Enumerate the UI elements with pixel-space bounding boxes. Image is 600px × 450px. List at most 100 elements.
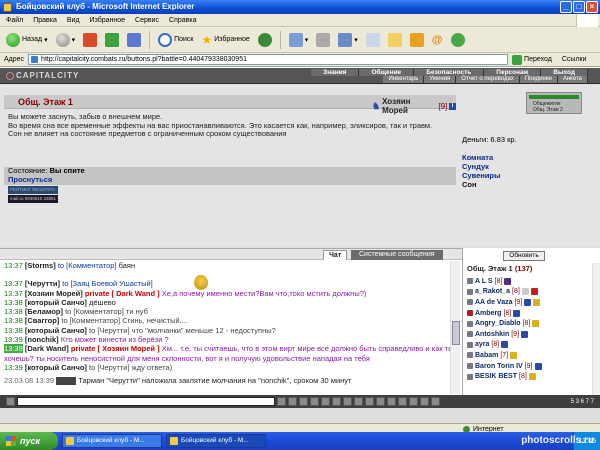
folder-button[interactable] [386, 30, 404, 50]
player-item[interactable]: Baron Torin IV [9] [467, 361, 595, 372]
maximize-button[interactable]: □ [573, 1, 585, 13]
link-room[interactable]: Комната [462, 153, 500, 162]
icq-button[interactable] [449, 30, 467, 50]
tool-button[interactable] [398, 397, 407, 406]
messenger-button[interactable] [408, 30, 426, 50]
address-input[interactable]: http://capitalcity.combats.ru/buttons.pl… [28, 54, 509, 65]
wake-up-link[interactable]: Проснуться [8, 175, 456, 185]
system-icon [56, 377, 77, 386]
refresh-button[interactable]: Обновить [503, 251, 545, 261]
nav-character[interactable]: Персонаж [484, 69, 542, 76]
mailru-counter[interactable]: mail.ru 9836810 33881 [8, 195, 58, 203]
go-button[interactable]: Переход [512, 54, 552, 65]
player-item[interactable]: AA de Vaza [9] [467, 297, 595, 308]
forward-button[interactable]: ▾ [54, 30, 78, 50]
edit-icon [338, 32, 353, 47]
home-button[interactable] [125, 30, 143, 50]
start-button[interactable]: пуск [0, 432, 58, 450]
scroll-lock-button[interactable] [332, 397, 341, 406]
translit-button[interactable] [310, 397, 319, 406]
refresh-button[interactable] [103, 30, 121, 50]
menu-help[interactable]: Справка [169, 17, 196, 24]
state-bar: Состояние: Вы спите Проснуться [4, 166, 456, 185]
nav-battles[interactable]: Поединки [519, 76, 558, 83]
windows-flag-icon [6, 436, 16, 446]
tool-button[interactable] [354, 397, 363, 406]
tool-button[interactable] [376, 397, 385, 406]
status-icon [532, 320, 540, 328]
player-item[interactable]: Angry_Diablo [8] [467, 318, 595, 329]
player-item[interactable]: Antoshkin [9] [467, 329, 595, 340]
edit-button[interactable]: ▾ [336, 30, 360, 50]
tool-button[interactable] [387, 397, 396, 406]
mail-button[interactable]: ▾ [287, 30, 311, 50]
info-icon[interactable]: i [449, 102, 456, 110]
search-button[interactable]: Поиск [156, 30, 195, 50]
rating-counter[interactable]: РЕЙТИНГ 992167970 [8, 186, 58, 194]
sound-button[interactable] [321, 397, 330, 406]
clear-button[interactable] [288, 397, 297, 406]
tool-button[interactable] [431, 397, 440, 406]
print-button[interactable] [314, 30, 332, 50]
nav-inventory[interactable]: Инвентарь [383, 76, 425, 83]
links-button[interactable]: Ссылки [562, 56, 587, 63]
player-item[interactable]: Babam [7] [467, 350, 595, 361]
chat-scrollbar[interactable] [450, 261, 460, 394]
clan-badge-icon [467, 278, 473, 285]
chat-line: 13:37 [Storms] to [Комментатор] баян [4, 261, 136, 270]
nav-skills[interactable]: Умения [424, 76, 457, 83]
player-item[interactable]: A L S [8] [467, 276, 595, 287]
mailru-button[interactable]: @ [430, 30, 445, 50]
chat-input[interactable] [17, 397, 275, 406]
smiles-button[interactable] [6, 397, 15, 406]
online-scrollbar[interactable] [592, 263, 600, 395]
player-item[interactable]: ayra [8] [467, 340, 595, 351]
player-item[interactable]: BESIK BEST [8] [467, 371, 595, 382]
stop-button[interactable] [81, 30, 99, 50]
close-button[interactable]: × [586, 1, 598, 13]
player-item[interactable]: Amberg [8] [467, 308, 595, 319]
game-page: CAPITALCITY Знания Общение Безопасность … [0, 68, 600, 434]
clan-icon: ♞ [372, 100, 381, 111]
folder-icon [387, 32, 402, 47]
tab-chat[interactable]: Чат [323, 250, 348, 260]
discuss-button[interactable] [364, 30, 382, 50]
chat-line: 13:37 [Черутти] to [Заяц Боевой Ушастый] [4, 279, 153, 289]
tool-button[interactable] [420, 397, 429, 406]
menu-tools[interactable]: Сервис [135, 17, 159, 24]
nav-knowledge[interactable]: Знания [311, 69, 360, 76]
taskbar-item[interactable]: Бойцовский клуб - M... [166, 434, 266, 448]
nav-security[interactable]: Безопасность [414, 69, 485, 76]
minimap-link-floor2[interactable]: Общ. Этаж 2 [527, 107, 581, 113]
nav-profile[interactable]: Анкета [557, 76, 588, 83]
menu-view[interactable]: Вид [67, 17, 80, 24]
favorites-button[interactable]: ★ Избранное [200, 30, 252, 50]
menu-favorites[interactable]: Избранное [90, 17, 125, 24]
note-icon [409, 32, 424, 47]
link-souvenirs[interactable]: Сувениры [462, 171, 500, 180]
chat-line: 13:39 [Dark Wand] private [ Хозяин Морей… [4, 344, 454, 363]
tool-button[interactable] [409, 397, 418, 406]
tab-system-messages[interactable]: Системные сообщения [351, 250, 443, 260]
menu-file[interactable]: Файл [6, 17, 23, 24]
chat-line: 13:38 [который Санчо] дёшево [4, 297, 116, 307]
taskbar-item[interactable]: Бойцовский клуб - M... [62, 434, 162, 448]
clan-badge-icon [467, 288, 473, 295]
history-button[interactable] [256, 30, 274, 50]
filter-button[interactable] [299, 397, 308, 406]
taskbar: пуск Бойцовский клуб - M... Бойцовский к… [0, 432, 600, 450]
player-item[interactable]: a_Rakot_a [8] [467, 287, 595, 298]
back-button[interactable]: Назад ▾ [4, 30, 50, 50]
link-chest[interactable]: Сундук [462, 162, 500, 171]
nav-exit[interactable]: Выход [541, 69, 588, 76]
minimize-button[interactable]: _ [560, 1, 572, 13]
send-button[interactable] [277, 397, 286, 406]
menu-edit[interactable]: Правка [33, 17, 57, 24]
chat-input-bar: 5 3 6 7 7 [0, 395, 600, 408]
nav-communication[interactable]: Общение [359, 69, 415, 76]
nav-transfers[interactable]: Отчет о переводах [456, 76, 520, 83]
room-links: Комната Сундук Сувениры Сон [462, 153, 500, 189]
tool-button[interactable] [365, 397, 374, 406]
stop-icon [83, 32, 98, 47]
tool-button[interactable] [343, 397, 352, 406]
